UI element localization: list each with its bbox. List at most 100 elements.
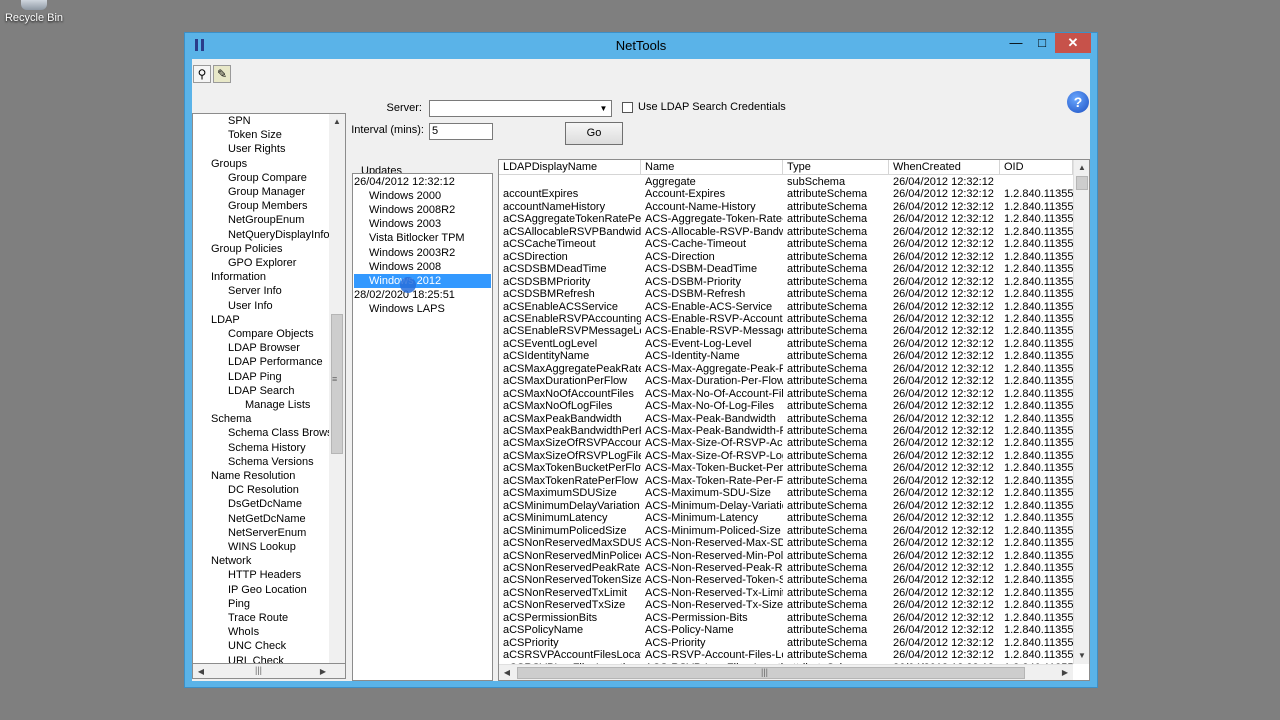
tree-item[interactable]: Trace Route: [228, 611, 288, 625]
tree-item[interactable]: NetGetDcName: [228, 512, 306, 526]
table-row[interactable]: aCSMaximumSDUSize ACS-Maximum-SDU-Size att…: [499, 487, 1075, 500]
tree-item[interactable]: LDAP Browser: [228, 341, 300, 355]
tree-item[interactable]: WINS Lookup: [228, 540, 296, 554]
tree-item[interactable]: IP Geo Location: [228, 583, 307, 597]
table-row[interactable]: aCSNonReservedPeakRate ACS-Non-Reserved-P…: [499, 562, 1075, 575]
tree-item[interactable]: LDAP: [211, 313, 240, 327]
table-row[interactable]: aCSPriority ACS-Priority attributeSchema 26…: [499, 637, 1075, 650]
tree-scroll-left-arrow[interactable]: ◀: [193, 664, 209, 680]
tree-hscroll[interactable]: ◀ ||| ▶: [192, 663, 346, 679]
table-row[interactable]: aCSMaxNoOfAccountFiles ACS-Max-No-Of-Acco…: [499, 388, 1075, 401]
grid-horizontal-scrollbar[interactable]: ◀ ||| ▶: [499, 664, 1073, 680]
tree-item[interactable]: LDAP Ping: [228, 370, 282, 384]
tree-item[interactable]: Group Compare: [228, 171, 307, 185]
tree-item[interactable]: UNC Check: [228, 639, 286, 653]
table-row[interactable]: aCSMinimumPolicedSize ACS-Minimum-Policed…: [499, 525, 1075, 538]
table-row[interactable]: aCSRSVPAccountFilesLocation ACS-RSVP-Acco…: [499, 649, 1075, 662]
grid-scroll-down-arrow[interactable]: ▼: [1074, 648, 1089, 664]
tree-scroll-thumb[interactable]: [331, 314, 343, 454]
tree-item[interactable]: DsGetDcName: [228, 497, 302, 511]
table-row[interactable]: aCSPolicyName ACS-Policy-Name attributeSch…: [499, 624, 1075, 637]
ldap-credentials-checkbox[interactable]: [622, 102, 633, 113]
update-item[interactable]: Windows 2000: [369, 189, 441, 203]
column-header-when-created[interactable]: WhenCreated: [889, 160, 1000, 174]
table-row[interactable]: aCSMaxSizeOfRSVPAccount... ACS-Max-Size-O…: [499, 437, 1075, 450]
table-row[interactable]: aCSNonReservedMaxSDUSize ACS-Non-Reserved…: [499, 537, 1075, 550]
minimize-button[interactable]: —: [1003, 33, 1029, 53]
close-button[interactable]: ✕: [1055, 33, 1091, 53]
tree-item[interactable]: Schema: [211, 412, 251, 426]
tree-item[interactable]: Schema Class Browser: [228, 426, 342, 440]
column-header-oid[interactable]: OID: [1000, 160, 1073, 174]
tree-item[interactable]: Server Info: [228, 284, 282, 298]
update-item[interactable]: Windows 2003: [369, 217, 441, 231]
tree-item[interactable]: LDAP Performance: [228, 355, 323, 369]
table-row[interactable]: aCSDSBMRefresh ACS-DSBM-Refresh attributeS…: [499, 288, 1075, 301]
grid-scroll-thumb[interactable]: [1076, 176, 1088, 190]
tree-item[interactable]: Ping: [228, 597, 250, 611]
tree-item[interactable]: User Rights: [228, 142, 285, 156]
tree-item[interactable]: Schema History: [228, 441, 306, 455]
table-row[interactable]: aCSCacheTimeout ACS-Cache-Timeout attribut…: [499, 238, 1075, 251]
tree-item[interactable]: NetServerEnum: [228, 526, 306, 540]
table-row[interactable]: aCSEnableACSService ACS-Enable-ACS-Servic…: [499, 301, 1075, 314]
table-row[interactable]: aCSNonReservedTokenSize ACS-Non-Reserved-…: [499, 574, 1075, 587]
update-item-selected[interactable]: Windows 2012: [354, 273, 491, 288]
table-row[interactable]: aCSDirection ACS-Direction attributeSchema…: [499, 251, 1075, 264]
server-select[interactable]: ▼: [429, 100, 612, 117]
search-icon[interactable]: ⚲: [193, 65, 211, 83]
table-row[interactable]: accountExpires Account-Expires attributeSc…: [499, 188, 1075, 201]
table-row[interactable]: accountNameHistory Account-Name-History at…: [499, 201, 1075, 214]
update-item[interactable]: 26/04/2012 12:32:12: [354, 175, 455, 189]
grid-vertical-scrollbar[interactable]: ▲ ▼: [1073, 160, 1089, 664]
column-header-name[interactable]: Name: [641, 160, 783, 174]
chevron-down-icon[interactable]: ▼: [596, 101, 611, 116]
tree-vertical-scrollbar[interactable]: ▲ ≡ ▼: [329, 114, 345, 678]
table-row[interactable]: aCSMaxTokenRatePerFlow ACS-Max-Token-Rate…: [499, 475, 1075, 488]
go-button[interactable]: Go: [565, 122, 623, 145]
grid-hscroll-thumb[interactable]: [517, 667, 1025, 679]
tree-item[interactable]: GPO Explorer: [228, 256, 296, 270]
tree-item[interactable]: Manage Lists: [245, 398, 310, 412]
table-row[interactable]: aCSMaxPeakBandwidthPerFlow ACS-Max-Peak-B…: [499, 425, 1075, 438]
table-row[interactable]: aCSAggregateTokenRatePer... ACS-Aggregate…: [499, 213, 1075, 226]
interval-input[interactable]: 5: [429, 123, 493, 140]
table-row[interactable]: aCSMaxAggregatePeakRateP... ACS-Max-Aggre…: [499, 363, 1075, 376]
tree-item[interactable]: User Info: [228, 299, 273, 313]
table-row[interactable]: aCSMaxSizeOfRSVPLogFile ACS-Max-Size-Of-R…: [499, 450, 1075, 463]
title-bar[interactable]: NetTools — □ ✕: [185, 33, 1097, 59]
table-row[interactable]: aCSNonReservedMinPolicedS... ACS-Non-Rese…: [499, 550, 1075, 563]
grid-scroll-left-arrow[interactable]: ◀: [499, 665, 515, 680]
tree-item[interactable]: Compare Objects: [228, 327, 314, 341]
tree-item[interactable]: Groups: [211, 157, 247, 171]
update-item[interactable]: Vista Bitlocker TPM: [369, 231, 465, 245]
tree-item[interactable]: Name Resolution: [211, 469, 295, 483]
column-header-type[interactable]: Type: [783, 160, 889, 174]
table-row[interactable]: aCSEnableRSVPAccounting ACS-Enable-RSVP-A…: [499, 313, 1075, 326]
table-row[interactable]: aCSAllocableRSVPBandwidth ACS-Allocable-R…: [499, 226, 1075, 239]
recycle-bin-shortcut[interactable]: Recycle Bin: [0, 0, 68, 24]
table-row[interactable]: aCSDSBMDeadTime ACS-DSBM-DeadTime attribut…: [499, 263, 1075, 276]
tree-item[interactable]: Group Policies: [211, 242, 283, 256]
table-row[interactable]: aCSPermissionBits ACS-Permission-Bits attr…: [499, 612, 1075, 625]
tree-item[interactable]: SPN: [228, 114, 251, 128]
column-header-ldap-display-name[interactable]: LDAPDisplayName: [499, 160, 641, 174]
table-row[interactable]: aCSMinimumDelayVariation ACS-Minimum-Dela…: [499, 500, 1075, 513]
tree-item[interactable]: Network: [211, 554, 251, 568]
update-item[interactable]: Windows 2003R2: [369, 246, 455, 260]
update-item[interactable]: Windows 2008: [369, 260, 441, 274]
table-row[interactable]: aCSMaxPeakBandwidth ACS-Max-Peak-Bandwidt…: [499, 413, 1075, 426]
grid-scroll-right-arrow[interactable]: ▶: [1057, 665, 1073, 680]
maximize-button[interactable]: □: [1029, 33, 1055, 53]
tree-item[interactable]: DC Resolution: [228, 483, 299, 497]
update-item[interactable]: Windows LAPS: [369, 302, 445, 316]
table-row[interactable]: aCSEventLogLevel ACS-Event-Log-Level attri…: [499, 338, 1075, 351]
tree-item[interactable]: Group Members: [228, 199, 307, 213]
table-row[interactable]: aCSMaxNoOfLogFiles ACS-Max-No-Of-Log-File…: [499, 400, 1075, 413]
table-row[interactable]: aCSMinimumLatency ACS-Minimum-Latency attr…: [499, 512, 1075, 525]
help-icon[interactable]: ?: [1067, 91, 1089, 113]
tree-item[interactable]: LDAP Search: [228, 384, 294, 398]
tree-item[interactable]: Token Size: [228, 128, 282, 142]
table-row[interactable]: Aggregate subSchema 26/04/2012 12:32:12: [499, 176, 1075, 189]
table-row[interactable]: aCSNonReservedTxSize ACS-Non-Reserved-Tx-…: [499, 599, 1075, 612]
